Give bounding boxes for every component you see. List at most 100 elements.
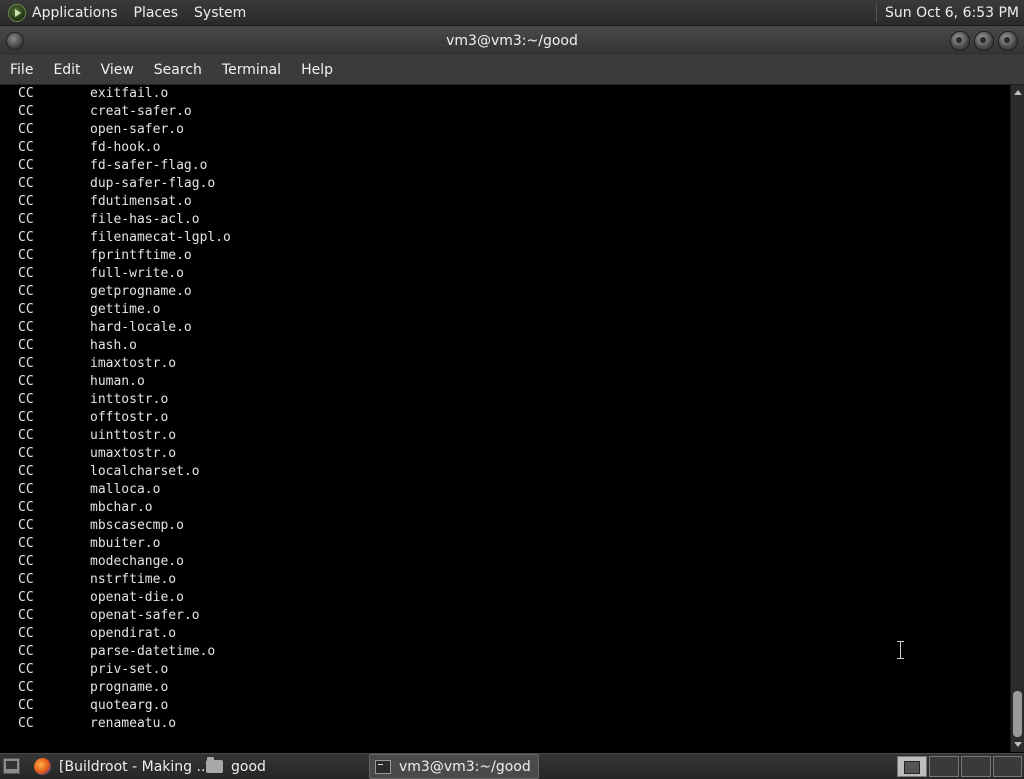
compile-command: CC (18, 230, 34, 245)
clock[interactable]: Sun Oct 6, 6:53 PM (885, 5, 1019, 21)
workspace-3[interactable] (961, 756, 991, 777)
compile-command: CC (18, 140, 34, 155)
compile-command: CC (18, 464, 34, 479)
compile-command: CC (18, 680, 34, 695)
compile-command: CC (18, 410, 34, 425)
object-file: mbuiter.o (90, 536, 161, 551)
compile-command: CC (18, 302, 34, 317)
compile-command: CC (18, 320, 34, 335)
menu-help[interactable]: Help (291, 62, 343, 78)
panel-separator (876, 3, 878, 22)
compile-command: CC (18, 392, 34, 407)
object-file: fd-safer-flag.o (90, 158, 208, 173)
workspace-2[interactable] (929, 756, 959, 777)
object-file: uinttostr.o (90, 428, 177, 443)
compile-command: CC (18, 284, 34, 299)
object-file: renameatu.o (90, 716, 177, 731)
menu-file[interactable]: File (0, 62, 43, 78)
close-icon[interactable] (998, 31, 1018, 51)
window-title: vm3@vm3:~/good (446, 32, 578, 49)
bottom-panel: [Buildroot - Making ... good vm3@vm3:~/g… (0, 753, 1024, 779)
compile-command: CC (18, 698, 34, 713)
compile-command: CC (18, 554, 34, 569)
compile-command: CC (18, 500, 34, 515)
task-terminal[interactable]: vm3@vm3:~/good (369, 754, 539, 779)
object-file: creat-safer.o (90, 104, 192, 119)
object-file: progname.o (90, 680, 169, 695)
object-file: getprogname.o (90, 284, 192, 299)
firefox-icon (34, 758, 51, 775)
task-buildroot[interactable]: [Buildroot - Making ... (34, 754, 210, 779)
object-file: openat-die.o (90, 590, 184, 605)
compile-command: CC (18, 482, 34, 497)
show-desktop-icon[interactable] (3, 758, 20, 774)
object-file: umaxtostr.o (90, 446, 177, 461)
menu-edit[interactable]: Edit (43, 62, 90, 78)
compile-command: CC (18, 338, 34, 353)
compile-command: CC (18, 158, 34, 173)
object-file: fdutimensat.o (90, 194, 192, 209)
compile-command: CC (18, 518, 34, 533)
compile-command: CC (18, 662, 34, 677)
compile-command: CC (18, 536, 34, 551)
minimize-icon[interactable] (950, 31, 970, 51)
task-label: [Buildroot - Making ... (59, 758, 210, 775)
compile-command: CC (18, 248, 34, 263)
task-label: good (231, 758, 266, 775)
compile-command: CC (18, 266, 34, 281)
scrollbar-thumb[interactable] (1013, 691, 1022, 737)
compile-command: CC (18, 122, 34, 137)
object-file: modechange.o (90, 554, 184, 569)
compile-command: CC (18, 86, 34, 101)
terminal-icon (375, 759, 391, 774)
folder-icon (206, 757, 223, 773)
object-file: quotearg.o (90, 698, 169, 713)
terminal-output[interactable]: CC exitfail.o CC creat-safer.o CC open-safer.… (0, 85, 1010, 752)
object-file: exitfail.o (90, 86, 169, 101)
compile-command: CC (18, 356, 34, 371)
object-file: localcharset.o (90, 464, 200, 479)
object-file: priv-set.o (90, 662, 169, 677)
menu-terminal[interactable]: Terminal (212, 62, 291, 78)
compile-command: CC (18, 446, 34, 461)
menu-search[interactable]: Search (144, 62, 212, 78)
workspace-1[interactable] (897, 756, 927, 777)
maximize-icon[interactable] (974, 31, 994, 51)
object-file: mbchar.o (90, 500, 153, 515)
task-label: vm3@vm3:~/good (399, 758, 531, 775)
top-panel: Applications Places System Sun Oct 6, 6:… (0, 0, 1024, 26)
workspace-4[interactable] (993, 756, 1022, 777)
compile-command: CC (18, 716, 34, 731)
applications-menu[interactable]: Applications (32, 5, 118, 21)
scroll-down-icon[interactable] (1014, 742, 1022, 747)
object-file: hash.o (90, 338, 137, 353)
compile-command: CC (18, 374, 34, 389)
window-titlebar[interactable]: vm3@vm3:~/good (0, 26, 1024, 55)
terminal-scrollbar[interactable] (1010, 85, 1024, 752)
compile-command: CC (18, 644, 34, 659)
task-good-folder[interactable]: good (206, 754, 266, 779)
object-file: dup-safer-flag.o (90, 176, 216, 191)
object-file: file-has-acl.o (90, 212, 200, 227)
object-file: human.o (90, 374, 145, 389)
compile-command: CC (18, 428, 34, 443)
scroll-up-icon[interactable] (1014, 90, 1022, 95)
object-file: opendirat.o (90, 626, 177, 641)
object-file: parse-datetime.o (90, 644, 216, 659)
menu-view[interactable]: View (91, 62, 144, 78)
object-file: openat-safer.o (90, 608, 200, 623)
compile-command: CC (18, 194, 34, 209)
object-file: open-safer.o (90, 122, 184, 137)
object-file: nstrftime.o (90, 572, 177, 587)
object-file: filenamecat-lgpl.o (90, 230, 231, 245)
window-menu-icon[interactable] (6, 32, 24, 50)
object-file: imaxtostr.o (90, 356, 177, 371)
system-menu[interactable]: System (194, 5, 246, 21)
compile-command: CC (18, 626, 34, 641)
places-menu[interactable]: Places (134, 5, 179, 21)
compile-command: CC (18, 104, 34, 119)
object-file: inttostr.o (90, 392, 169, 407)
compile-command: CC (18, 572, 34, 587)
applications-menu-icon[interactable] (8, 3, 26, 22)
object-file: gettime.o (90, 302, 161, 317)
